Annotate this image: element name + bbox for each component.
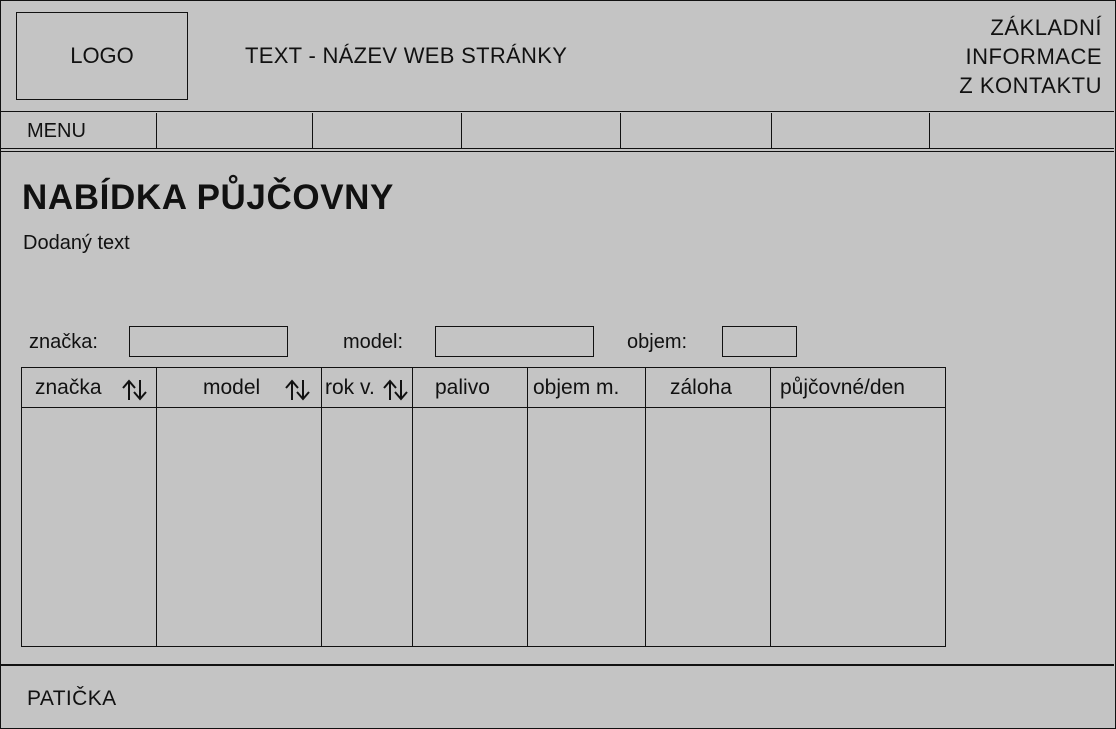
column-header-rent-per-day[interactable]: půjčovné/den — [771, 368, 945, 408]
filter-label-volume: objem: — [627, 331, 688, 353]
menu-bar: MENU — [1, 113, 1114, 149]
filter-input-brand[interactable] — [129, 326, 288, 357]
table-column-model: model — [157, 368, 322, 646]
menu-item-7[interactable] — [930, 113, 1114, 148]
page-title: NABÍDKA PŮJČOVNY — [22, 178, 394, 217]
table-column-rent-per-day: půjčovné/den — [771, 368, 945, 646]
menu-item-5[interactable] — [621, 113, 772, 148]
filter-label-brand: značka: — [29, 331, 98, 353]
column-header-label: záloha — [670, 376, 732, 399]
column-body — [157, 408, 321, 646]
table-column-fuel: palivo — [413, 368, 528, 646]
menu-item-4[interactable] — [462, 113, 621, 148]
column-header-deposit[interactable]: záloha — [646, 368, 770, 408]
site-title: TEXT - NÁZEV WEB STRÁNKY — [245, 43, 568, 68]
column-body — [22, 408, 156, 646]
contact-line: Z KONTAKTU — [959, 73, 1102, 98]
menu-item-menu[interactable]: MENU — [1, 113, 157, 148]
column-header-label: palivo — [435, 376, 490, 399]
menu-item-2[interactable] — [157, 113, 313, 148]
page-description: Dodaný text — [23, 232, 130, 254]
menu-item-6[interactable] — [772, 113, 930, 148]
contact-line: ZÁKLADNÍ — [990, 15, 1102, 40]
column-body — [771, 408, 945, 646]
menu-item-label: MENU — [27, 120, 86, 142]
filter-label-model: model: — [343, 331, 404, 353]
table-column-deposit: záloha — [646, 368, 771, 646]
table-column-engine-volume: objem m. — [528, 368, 646, 646]
contact-info: ZÁKLADNÍ INFORMACE Z KONTAKTU — [902, 13, 1102, 100]
main-content: NABÍDKA PŮJČOVNY Dodaný text značka: mod… — [1, 151, 1114, 664]
column-body — [413, 408, 527, 646]
logo[interactable]: LOGO — [16, 12, 188, 100]
menu-item-3[interactable] — [313, 113, 462, 148]
column-header-label: půjčovné/den — [780, 376, 905, 399]
filter-input-volume[interactable] — [722, 326, 797, 357]
sort-icon[interactable] — [121, 379, 149, 401]
column-header-label: rok v. — [325, 376, 375, 399]
column-body — [528, 408, 645, 646]
column-header-label: model — [203, 376, 261, 399]
footer: PATIČKA — [1, 664, 1114, 729]
column-header-label: značka — [35, 376, 102, 399]
filter-input-model[interactable] — [435, 326, 594, 357]
sort-icon[interactable] — [382, 379, 410, 401]
page-frame: LOGO TEXT - NÁZEV WEB STRÁNKY ZÁKLADNÍ I… — [0, 0, 1116, 729]
column-header-engine-volume[interactable]: objem m. — [528, 368, 645, 408]
table-column-brand: značka — [22, 368, 157, 646]
column-header-model[interactable]: model — [157, 368, 321, 408]
header: LOGO TEXT - NÁZEV WEB STRÁNKY ZÁKLADNÍ I… — [1, 1, 1114, 112]
contact-line: INFORMACE — [965, 44, 1102, 69]
column-header-fuel[interactable]: palivo — [413, 368, 527, 408]
column-body — [646, 408, 770, 646]
footer-text: PATIČKA — [27, 687, 117, 710]
column-header-label: objem m. — [533, 376, 620, 399]
sort-icon[interactable] — [284, 379, 312, 401]
rental-offer-table: značka model rok v. palivo objem m. zálo… — [21, 367, 946, 647]
logo-text: LOGO — [70, 43, 134, 68]
table-column-year: rok v. — [322, 368, 413, 646]
column-header-year[interactable]: rok v. — [322, 368, 412, 408]
column-header-brand[interactable]: značka — [22, 368, 156, 408]
column-body — [322, 408, 412, 646]
